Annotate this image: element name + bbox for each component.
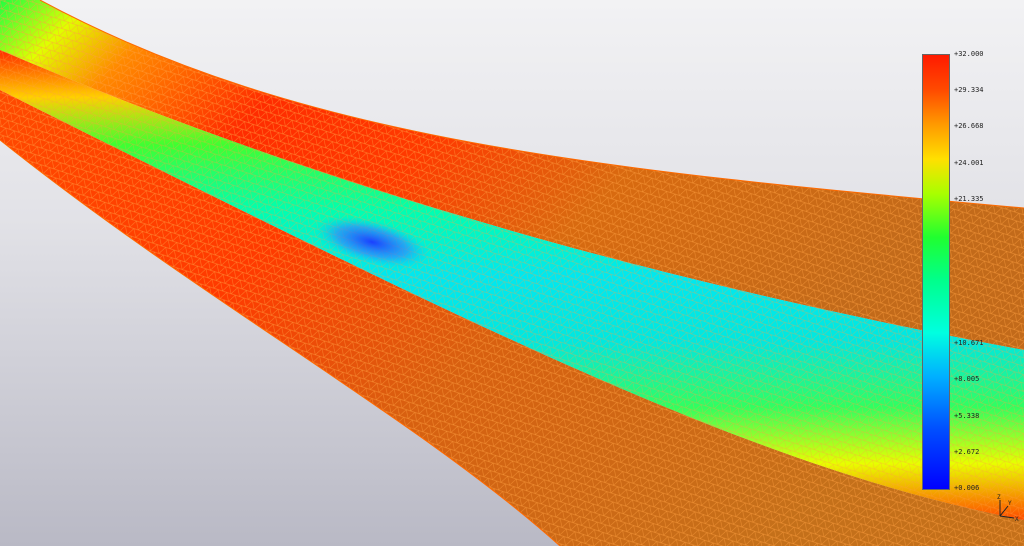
axis-y-label: Y (1008, 500, 1012, 507)
legend-tick-label: +2.672 (954, 447, 980, 456)
axis-z-label: Z (997, 494, 1001, 501)
contour-plot-viewport[interactable] (0, 0, 1024, 546)
axis-triad-icon[interactable]: Z Y X (990, 494, 1020, 524)
legend-tick-label: +0.006 (954, 484, 980, 492)
legend-tick-label: +32.000 (954, 50, 984, 58)
legend-tick-label: +8.005 (954, 375, 980, 384)
legend-tick-label: +21.335 (954, 194, 984, 203)
axis-x-label: X (1015, 516, 1019, 523)
legend-tick-label: +24.001 (954, 158, 984, 167)
legend-tick-label: +5.338 (954, 411, 980, 420)
legend-tick-label: +26.668 (954, 122, 984, 131)
legend-color-bar (922, 54, 950, 490)
legend-tick-label: +29.334 (954, 86, 984, 95)
legend-tick-label: +10.671 (954, 339, 984, 348)
